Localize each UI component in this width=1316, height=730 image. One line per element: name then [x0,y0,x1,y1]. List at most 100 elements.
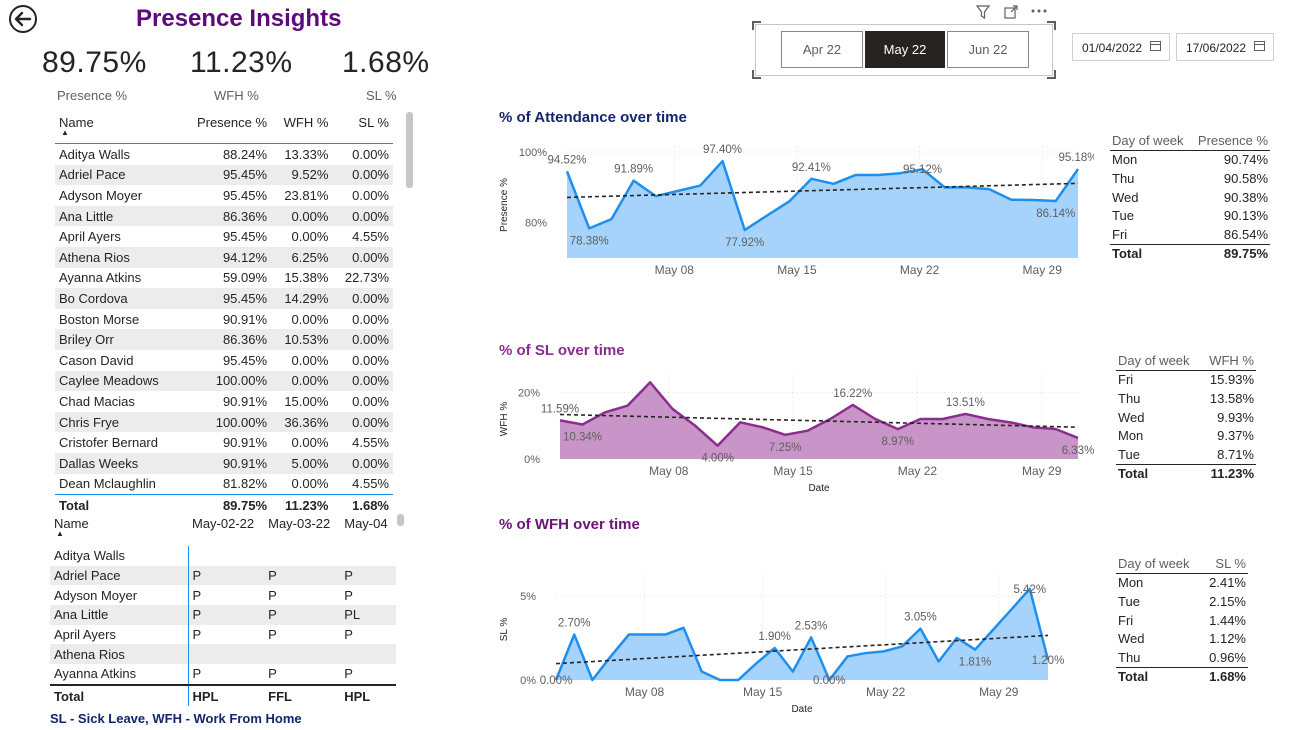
value-cell[interactable]: WFH % [1201,351,1256,371]
day-cell[interactable]: Day of week [1116,351,1202,371]
table-row[interactable]: Adriel Pace 95.45% 9.52% 0.00% [55,164,393,186]
status-cell [264,644,341,665]
value-cell: 90.13% [1223,208,1268,224]
kpi-value: 1.68% [342,46,430,79]
kpi-presence: 89.75% [42,46,152,80]
table-row[interactable]: Ayanna Atkins 59.09% 15.38% 22.73% [55,268,393,289]
matrix-row[interactable]: Ana Little P P PL [50,605,396,625]
total-cell: HPL [187,684,265,707]
value-cell: 0.00% [271,370,333,392]
name-cell: Boston Morse [59,311,140,327]
day-cell: Thu [1118,649,1141,665]
presence-dow-table[interactable]: Day of week Presence % Mon 90.74% Thu 90.58% W… [1110,131,1270,264]
table-row[interactable]: Ana Little 86.36% 0.00% 0.00% [55,205,393,227]
column-header-sl[interactable]: SL % [332,112,393,144]
sl-chart-title: % of SL over time [499,342,625,359]
matrix-row[interactable]: Athena Rios [50,644,396,665]
table-row[interactable]: Adyson Moyer 95.45% 23.81% 0.00% [55,185,393,206]
x-axis-label: Date [791,704,813,715]
table-row[interactable]: Cason David 95.45% 0.00% 0.00% [55,350,393,371]
dow-total-row: Total 89.75% [1110,243,1270,264]
start-date-input[interactable]: 01/04/2022 [1072,33,1170,61]
matrix-table[interactable]: Name ▲ May-02-22 May-03-22 May-04 Aditya … [50,513,400,707]
column-header-date[interactable]: May-04 [340,513,396,546]
sl-chart[interactable]: May 08 May 15 May 22 May 29 20% 0% WFH % Date 11… [494,365,1094,497]
y-axis-label: WFH % [499,402,510,437]
status-cell: P [264,565,341,586]
page-title: Presence Insights [136,5,342,32]
name-cell: Cristofer Bernard [59,435,158,451]
data-label: 2.53% [795,620,828,632]
value-cell: 0.00% [291,352,329,368]
value-cell: 59.09% [222,270,268,286]
value-cell[interactable]: SL % [1201,554,1248,574]
back-arrow-icon[interactable] [8,4,38,34]
status-cell: P [344,587,353,603]
matrix-scrollbar[interactable] [397,514,404,526]
value-cell: 95.45% [222,187,268,203]
matrix-row[interactable]: Ayanna Atkins P P P [50,664,396,685]
summary-table[interactable]: Name ▲ Presence % WFH % SL % Aditya Walls… [55,112,395,516]
sl-dow-table[interactable]: Day of week SL % Mon 2.41% Tue 2.15% Fri 1.44% W… [1116,554,1248,687]
name-cell: Aditya Walls [54,548,126,564]
day-cell[interactable]: Day of week [1116,554,1202,574]
calendar-icon[interactable] [1150,41,1161,51]
column-header-wfh[interactable]: WFH % [271,112,332,144]
value-cell[interactable]: Presence % [1190,131,1270,151]
value-cell: 2.15% [1209,593,1246,609]
table-row[interactable]: Chad Macias 90.91% 15.00% 0.00% [55,391,393,412]
wfh-chart[interactable]: May 08 May 15 May 22 May 29 5% 0% SL % Date 0.00… [494,565,1094,720]
column-header-presence[interactable]: Presence % [180,112,271,144]
more-options-icon[interactable] [1030,8,1048,14]
matrix-row[interactable]: Aditya Walls [50,546,396,566]
matrix-row[interactable]: April Ayers P P P [50,624,396,645]
end-date-input[interactable]: 17/06/2022 [1176,33,1274,61]
status-cell: P [340,565,396,586]
table-row[interactable]: Athena Rios 94.12% 6.25% 0.00% [55,246,393,268]
table-row[interactable]: Dallas Weeks 90.91% 5.00% 0.00% [55,452,393,474]
attendance-chart[interactable]: May 08 May 15 May 22 May 29 100% 80% Presence … [494,132,1094,282]
status-cell [187,644,265,665]
value-cell: 0.00% [332,288,393,309]
day-cell[interactable]: Day of week [1110,131,1191,151]
table-row[interactable]: Caylee Meadows 100.00% 0.00% 0.00% [55,370,393,392]
matrix-row[interactable]: Adriel Pace P P P [50,565,396,586]
x-axis-label: Date [808,483,830,494]
data-label: 94.52% [547,154,586,166]
day-cell: Tue [1118,593,1140,609]
table-row[interactable]: Boston Morse 90.91% 0.00% 0.00% [55,309,393,330]
value-cell: 0.00% [352,311,389,327]
y-tick-label: 100% [519,147,547,159]
table-row[interactable]: Aditya Walls 88.24% 13.33% 0.00% [55,144,393,165]
wfh-dow-table[interactable]: Day of week WFH % Fri 15.93% Thu 13.58% Wed 9.9… [1116,351,1256,484]
table-row[interactable]: Bo Cordova 95.45% 14.29% 0.00% [55,288,393,309]
x-tick-label: May 15 [743,685,783,699]
table-row[interactable]: April Ayers 95.45% 0.00% 4.55% [55,226,393,247]
value-cell: 100.00% [180,370,272,392]
table-row[interactable]: Chris Frye 100.00% 36.36% 0.00% [55,411,393,433]
dow-row: Wed 9.93% [1116,408,1256,427]
value-cell: 9.93% [1217,409,1254,425]
slicer-option-jun[interactable]: Jun 22 [947,31,1029,68]
data-label: 0.00% [540,675,573,687]
matrix-row[interactable]: Adyson Moyer P P P [50,585,396,606]
summary-scrollbar[interactable] [406,112,413,188]
focus-mode-icon[interactable] [1004,5,1018,19]
table-row[interactable]: Briley Orr 86.36% 10.53% 0.00% [55,329,393,350]
table-row[interactable]: Cristofer Bernard 90.91% 0.00% 4.55% [55,432,393,453]
column-header-name[interactable]: Name ▲ [55,112,180,144]
slicer-option-apr[interactable]: Apr 22 [781,31,863,68]
column-header-date[interactable]: May-02-22 [188,513,264,546]
value-cell: 13.33% [284,146,329,162]
slicer-option-may[interactable]: May 22 [865,31,945,68]
calendar-icon[interactable] [1254,41,1265,51]
column-header-date[interactable]: May-03-22 [264,513,340,546]
status-cell: P [344,666,353,682]
table-row[interactable]: Dean Mclaughlin 81.82% 0.00% 4.55% [55,474,393,495]
column-header-name[interactable]: Name ▲ [50,513,188,546]
filter-icon[interactable] [976,5,990,19]
value-cell: 88.24% [222,146,268,162]
value-cell: 22.73% [344,270,389,286]
data-label: 86.14% [1036,208,1075,220]
day-cell: Mon [1118,575,1144,591]
